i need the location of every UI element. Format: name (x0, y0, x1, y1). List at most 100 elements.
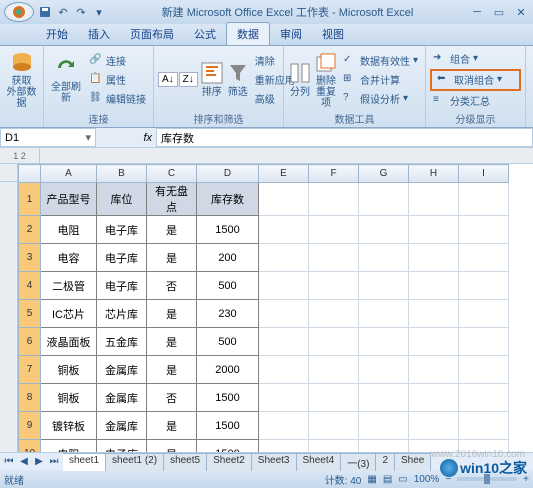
table-row[interactable]: 6液晶面板五金库是500 (19, 328, 509, 356)
tab-data[interactable]: 数据 (226, 22, 270, 45)
table-row[interactable]: 9镀锌板金属库是1500 (19, 412, 509, 440)
cell[interactable]: 是 (147, 412, 197, 440)
group-button[interactable]: ➜组合 ▾ (430, 50, 521, 68)
col-header[interactable]: I (459, 165, 509, 183)
sort-button[interactable]: 排序 (200, 51, 224, 109)
cell[interactable] (359, 356, 409, 384)
cell[interactable] (459, 384, 509, 412)
row-header[interactable]: 9 (19, 412, 41, 440)
cell[interactable] (459, 300, 509, 328)
cell[interactable]: 1500 (197, 412, 259, 440)
col-header[interactable]: H (409, 165, 459, 183)
cell[interactable] (259, 183, 309, 216)
column-headers[interactable]: A B C D E F G H I (19, 165, 509, 183)
cell[interactable] (359, 384, 409, 412)
cell[interactable] (259, 440, 309, 453)
cell[interactable] (409, 412, 459, 440)
cell[interactable] (259, 328, 309, 356)
cell[interactable]: 二极管 (41, 272, 97, 300)
sheet-tab[interactable]: Sheet4 (296, 453, 342, 471)
row-header[interactable]: 6 (19, 328, 41, 356)
cell[interactable]: 2000 (197, 356, 259, 384)
cell[interactable]: 电子库 (97, 440, 147, 453)
cell[interactable]: 库存数 (197, 183, 259, 216)
close-button[interactable]: ✕ (513, 5, 529, 19)
text-to-columns-button[interactable]: 分列 (288, 51, 312, 109)
cell[interactable] (359, 183, 409, 216)
cell[interactable] (309, 356, 359, 384)
cell[interactable]: 液晶面板 (41, 328, 97, 356)
cell[interactable] (359, 412, 409, 440)
col-header[interactable]: A (41, 165, 97, 183)
save-icon[interactable] (38, 5, 52, 19)
cell[interactable] (459, 244, 509, 272)
cell[interactable]: 金属库 (97, 356, 147, 384)
table-row[interactable]: 2电阻电子库是1500 (19, 216, 509, 244)
row-header[interactable]: 10 (19, 440, 41, 453)
cell[interactable]: 铜板 (41, 356, 97, 384)
properties-button[interactable]: 📋属性 (86, 71, 149, 89)
grid[interactable]: A B C D E F G H I 1产品型号库位有无盘点库存数2电阻电子库是1… (18, 164, 533, 452)
cell[interactable] (409, 356, 459, 384)
name-box-dropdown-icon[interactable]: ▾ (85, 131, 91, 144)
cell[interactable] (409, 384, 459, 412)
sheet-tab[interactable]: Shee (394, 453, 431, 471)
col-header[interactable]: E (259, 165, 309, 183)
refresh-all-button[interactable]: 全部刷新 (48, 51, 84, 109)
cell[interactable] (409, 216, 459, 244)
sheet-tab[interactable]: 2 (375, 453, 395, 471)
row-header[interactable]: 4 (19, 272, 41, 300)
view-normal-icon[interactable]: ▦ (367, 474, 376, 485)
whatif-button[interactable]: ?假设分析 ▾ (340, 90, 421, 108)
col-header[interactable]: D (197, 165, 259, 183)
cell[interactable] (409, 272, 459, 300)
undo-icon[interactable]: ↶ (56, 5, 70, 19)
sheet-tab[interactable]: sheet1 (2) (105, 453, 164, 471)
cell[interactable] (459, 328, 509, 356)
cell[interactable] (409, 328, 459, 356)
sheet-tab[interactable]: Sheet2 (206, 453, 252, 471)
formula-input[interactable]: 库存数 (156, 128, 533, 147)
cell[interactable] (459, 412, 509, 440)
connections-button[interactable]: 🔗连接 (86, 52, 149, 70)
cell[interactable] (359, 244, 409, 272)
cell[interactable] (409, 244, 459, 272)
ungroup-button[interactable]: ⬅取消组合 ▾ (434, 71, 505, 89)
cell[interactable]: 电子库 (97, 216, 147, 244)
cell[interactable]: 镀锌板 (41, 412, 97, 440)
tab-nav-first-icon[interactable]: ⏮ (2, 455, 16, 469)
cell[interactable] (459, 272, 509, 300)
cell[interactable] (309, 440, 359, 453)
cell[interactable] (359, 300, 409, 328)
subtotal-button[interactable]: ≡分类汇总 (430, 92, 521, 110)
cell[interactable]: 是 (147, 328, 197, 356)
cell[interactable]: 200 (197, 244, 259, 272)
sort-desc-icon[interactable]: Z↓ (179, 72, 198, 87)
sheet-tab[interactable]: sheet1 (63, 453, 106, 471)
outline-column[interactable] (0, 164, 18, 452)
cell[interactable] (259, 412, 309, 440)
cell[interactable] (359, 440, 409, 453)
tab-start[interactable]: 开始 (36, 23, 78, 45)
cell[interactable] (309, 183, 359, 216)
tab-formula[interactable]: 公式 (184, 23, 226, 45)
row-header[interactable]: 8 (19, 384, 41, 412)
cell[interactable]: 芯片库 (97, 300, 147, 328)
cell[interactable]: 电容 (41, 244, 97, 272)
cell[interactable]: 金属库 (97, 412, 147, 440)
row-header[interactable]: 5 (19, 300, 41, 328)
cell[interactable]: IC芯片 (41, 300, 97, 328)
cell[interactable]: 金属库 (97, 384, 147, 412)
cell[interactable]: 电子库 (97, 272, 147, 300)
cell[interactable] (409, 300, 459, 328)
cell[interactable]: 1500 (197, 384, 259, 412)
col-header[interactable]: F (309, 165, 359, 183)
cell[interactable]: 否 (147, 384, 197, 412)
col-header[interactable]: G (359, 165, 409, 183)
tab-view[interactable]: 视图 (312, 23, 354, 45)
cell[interactable] (459, 216, 509, 244)
office-button[interactable] (4, 2, 34, 22)
remove-duplicates-button[interactable]: 删除 重复项 (314, 51, 338, 109)
cell[interactable] (359, 272, 409, 300)
row-header[interactable]: 1 (19, 183, 41, 216)
